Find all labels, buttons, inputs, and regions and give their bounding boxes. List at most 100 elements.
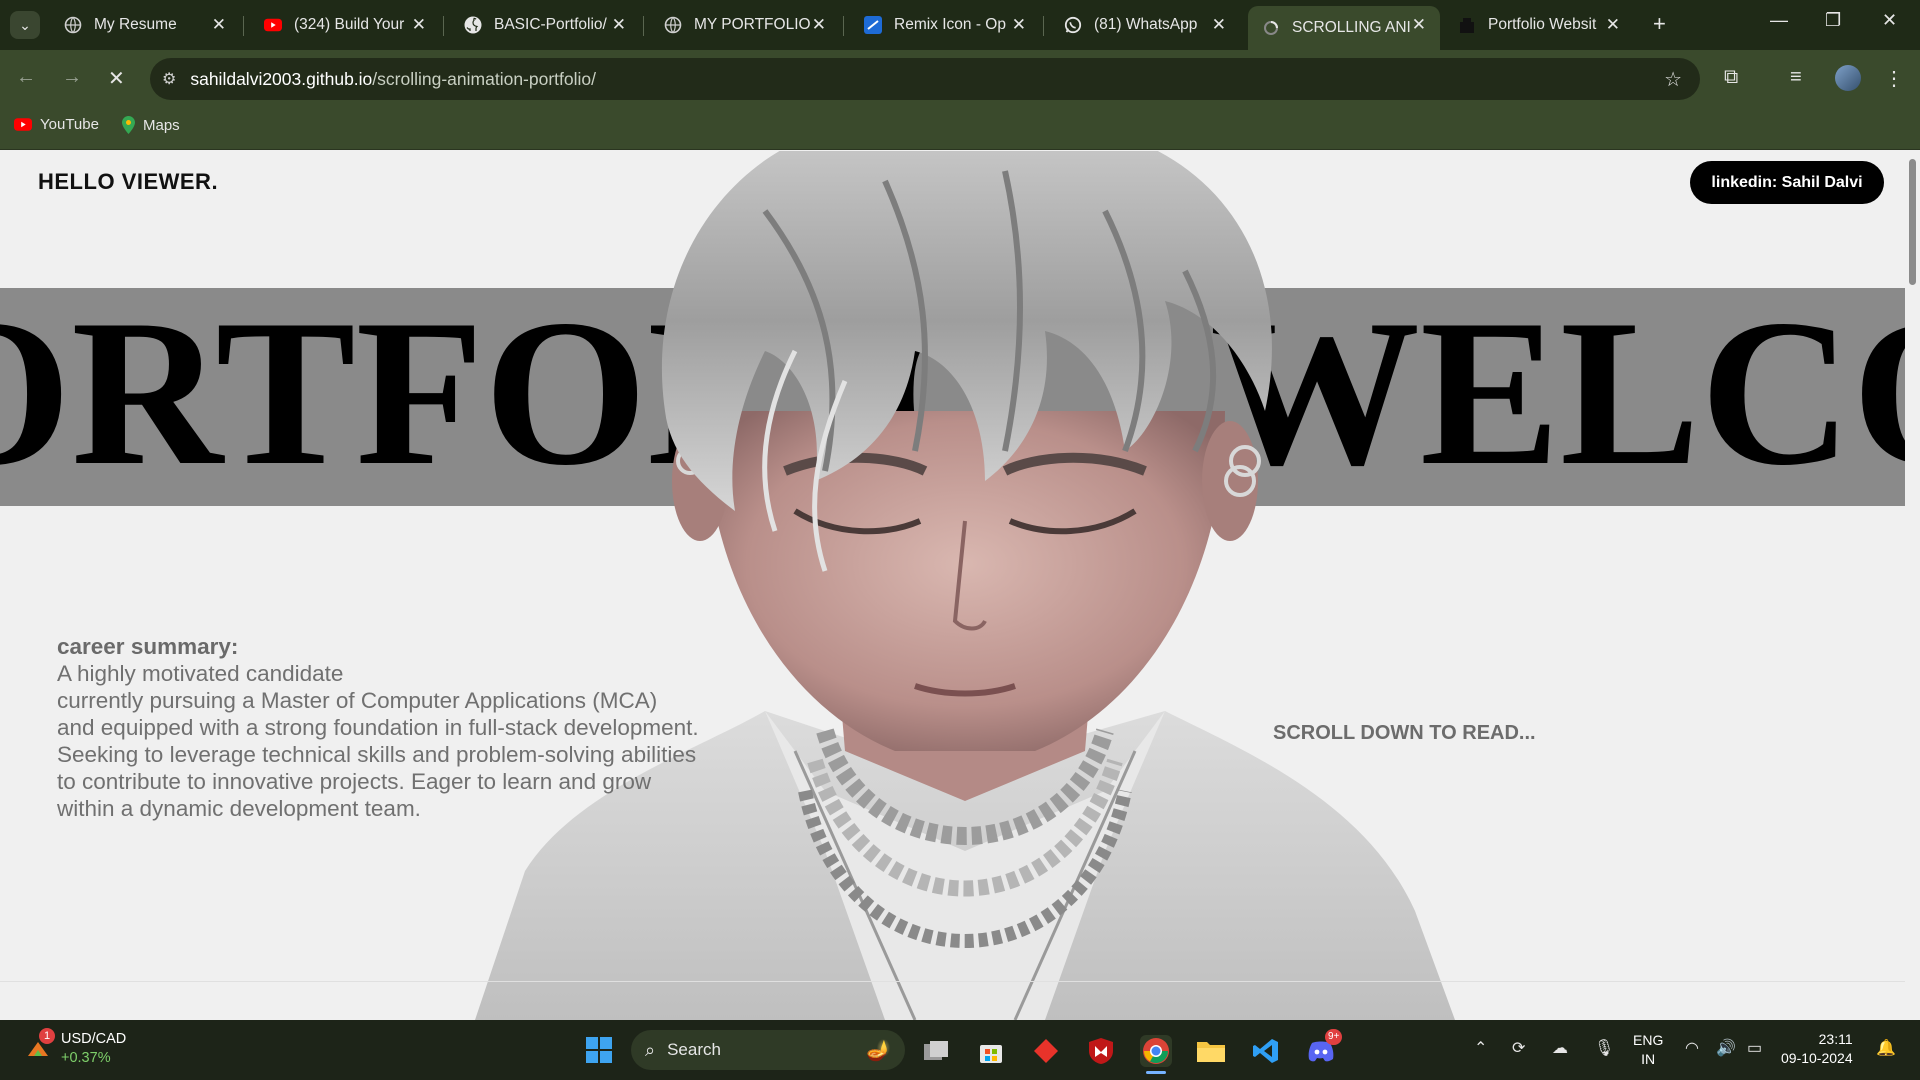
globe-icon bbox=[64, 16, 82, 34]
career-summary: career summary: A highly motivated candi… bbox=[57, 633, 777, 822]
notification-badge: 1 bbox=[39, 1028, 55, 1044]
close-icon: ✕ bbox=[1882, 10, 1898, 30]
tab-my-resume[interactable]: My Resume ✕ bbox=[50, 6, 240, 44]
microsoft-store-button[interactable] bbox=[975, 1035, 1007, 1067]
tab-github[interactable]: BASIC-Portfolio/ ✕ bbox=[450, 6, 640, 44]
tab-search-button[interactable]: ⌄ bbox=[10, 11, 40, 39]
summary-line: Seeking to leverage technical skills and… bbox=[57, 742, 697, 767]
chrome-button[interactable] bbox=[1140, 1035, 1172, 1067]
minimize-icon: — bbox=[1770, 10, 1788, 30]
bookmark-star-icon[interactable]: ☆ bbox=[1664, 67, 1682, 92]
tab-title: My Resume bbox=[94, 16, 177, 33]
microphone-icon[interactable]: 🎙 bbox=[1594, 1038, 1614, 1058]
weather-widget[interactable]: 1 USD/CAD +0.37% bbox=[25, 1028, 127, 1068]
language-indicator[interactable]: ENG IN bbox=[1633, 1031, 1663, 1069]
close-icon[interactable]: ✕ bbox=[812, 15, 826, 35]
close-icon[interactable]: ✕ bbox=[612, 15, 626, 35]
tab-title: MY PORTFOLIO bbox=[694, 16, 811, 33]
media-button[interactable]: ≡ bbox=[1790, 66, 1802, 89]
tab-title: (324) Build Your bbox=[294, 16, 405, 33]
scrollbar-thumb[interactable] bbox=[1909, 159, 1916, 285]
volume-icon[interactable]: 🔊 bbox=[1716, 1038, 1736, 1058]
linkedin-button[interactable]: linkedin: Sahil Dalvi bbox=[1690, 161, 1884, 204]
tab-scrolling-animation[interactable]: SCROLLING ANI ✕ bbox=[1248, 6, 1440, 50]
stop-button[interactable]: ✕ bbox=[108, 66, 125, 91]
bookmark-label: YouTube bbox=[40, 116, 99, 133]
new-tab-button[interactable]: + bbox=[1653, 11, 1666, 37]
back-button[interactable]: ← bbox=[16, 66, 36, 89]
close-icon[interactable]: ✕ bbox=[1606, 15, 1620, 35]
mcafee-button[interactable] bbox=[1085, 1035, 1117, 1067]
close-icon[interactable]: ✕ bbox=[1412, 15, 1426, 35]
arrow-left-icon: ← bbox=[16, 66, 36, 88]
summary-line: within a dynamic development team. bbox=[57, 796, 421, 821]
remix-icon bbox=[864, 16, 882, 34]
chrome-icon bbox=[1143, 1038, 1169, 1064]
youtube-icon bbox=[264, 16, 282, 34]
folder-icon bbox=[1197, 1042, 1225, 1062]
page-scrollbar[interactable] bbox=[1905, 151, 1920, 1020]
cloud-offline-icon[interactable]: ☁ bbox=[1552, 1038, 1568, 1058]
restore-button[interactable]: ❐ bbox=[1825, 10, 1841, 31]
github-icon bbox=[464, 16, 482, 34]
clock-time: 23:11 bbox=[1818, 1031, 1853, 1047]
vscode-icon bbox=[1253, 1039, 1278, 1063]
menu-button[interactable]: ⋮ bbox=[1884, 66, 1904, 91]
globe-icon bbox=[664, 16, 682, 34]
taskbar-search[interactable]: ⌕ Search 🪔 bbox=[631, 1030, 905, 1070]
ticker-change: +0.37% bbox=[61, 1050, 111, 1066]
minimize-button[interactable]: — bbox=[1770, 10, 1788, 31]
show-hidden-icons-button[interactable]: ⌃ bbox=[1474, 1038, 1487, 1058]
page-viewport: HELLO VIEWER. linkedin: Sahil Dalvi ORTF… bbox=[0, 151, 1920, 1020]
media-control-icon: ≡ bbox=[1790, 66, 1802, 88]
url-host: sahildalvi2003.github.io bbox=[190, 68, 373, 89]
stock-icon: 1 bbox=[25, 1028, 55, 1060]
close-window-button[interactable]: ✕ bbox=[1882, 10, 1897, 31]
address-bar[interactable]: ⚙ sahildalvi2003.github.io/scrolling-ani… bbox=[150, 58, 1700, 100]
bookmark-youtube[interactable]: YouTube bbox=[14, 116, 99, 133]
divider bbox=[0, 981, 1920, 982]
wifi-icon[interactable]: ◠ bbox=[1685, 1038, 1699, 1058]
active-app-indicator bbox=[1146, 1071, 1166, 1074]
task-view-button[interactable] bbox=[920, 1035, 952, 1067]
plus-icon: + bbox=[1653, 11, 1666, 36]
system-clock[interactable]: 23:11 09-10-2024 bbox=[1781, 1030, 1853, 1068]
battery-icon[interactable]: ▭ bbox=[1747, 1038, 1762, 1058]
tab-whatsapp[interactable]: (81) WhatsApp ✕ bbox=[1050, 6, 1240, 44]
start-button[interactable] bbox=[583, 1034, 615, 1066]
close-icon: ✕ bbox=[108, 68, 125, 90]
app-diamond-button[interactable] bbox=[1030, 1035, 1062, 1067]
store-icon bbox=[980, 1045, 1002, 1063]
close-icon[interactable]: ✕ bbox=[1012, 15, 1026, 35]
extensions-button[interactable]: ⧉ bbox=[1724, 66, 1738, 89]
close-icon[interactable]: ✕ bbox=[412, 15, 426, 35]
sync-icon[interactable]: ⟳ bbox=[1512, 1038, 1525, 1058]
restore-icon: ❐ bbox=[1825, 10, 1842, 30]
tab-title: SCROLLING ANI bbox=[1292, 19, 1411, 36]
ticker-name: USD/CAD bbox=[61, 1031, 127, 1047]
vscode-button[interactable] bbox=[1250, 1035, 1282, 1067]
site-info-icon[interactable]: ⚙ bbox=[162, 69, 176, 89]
diamond-app-icon bbox=[1034, 1039, 1058, 1063]
search-icon: ⌕ bbox=[645, 1039, 656, 1060]
tab-title: (81) WhatsApp bbox=[1094, 16, 1198, 33]
close-icon[interactable]: ✕ bbox=[1212, 15, 1226, 35]
tab-my-portfolio[interactable]: MY PORTFOLIO ✕ bbox=[650, 6, 840, 44]
forward-button[interactable]: → bbox=[62, 66, 82, 89]
bookmark-maps[interactable]: Maps bbox=[122, 116, 180, 134]
close-icon[interactable]: ✕ bbox=[212, 15, 226, 35]
discord-button[interactable]: 9+ bbox=[1305, 1029, 1343, 1067]
scroll-hint: SCROLL DOWN TO READ... bbox=[1273, 722, 1536, 744]
tab-portfolio-website[interactable]: Portfolio Websit ✕ bbox=[1444, 6, 1634, 44]
youtube-icon bbox=[14, 118, 32, 131]
profile-avatar[interactable] bbox=[1835, 65, 1861, 91]
tab-title: Portfolio Websit bbox=[1488, 16, 1597, 33]
notification-bell-icon[interactable]: 🔔 bbox=[1876, 1038, 1896, 1058]
figma-icon bbox=[1458, 16, 1476, 34]
tab-remix-icon[interactable]: Remix Icon - Op ✕ bbox=[850, 6, 1040, 44]
file-explorer-button[interactable] bbox=[1195, 1035, 1227, 1067]
tab-youtube[interactable]: (324) Build Your ✕ bbox=[250, 6, 440, 44]
arrow-right-icon: → bbox=[62, 66, 82, 88]
puzzle-icon: ⧉ bbox=[1724, 66, 1739, 88]
summary-line: and equipped with a strong foundation in… bbox=[57, 715, 699, 740]
